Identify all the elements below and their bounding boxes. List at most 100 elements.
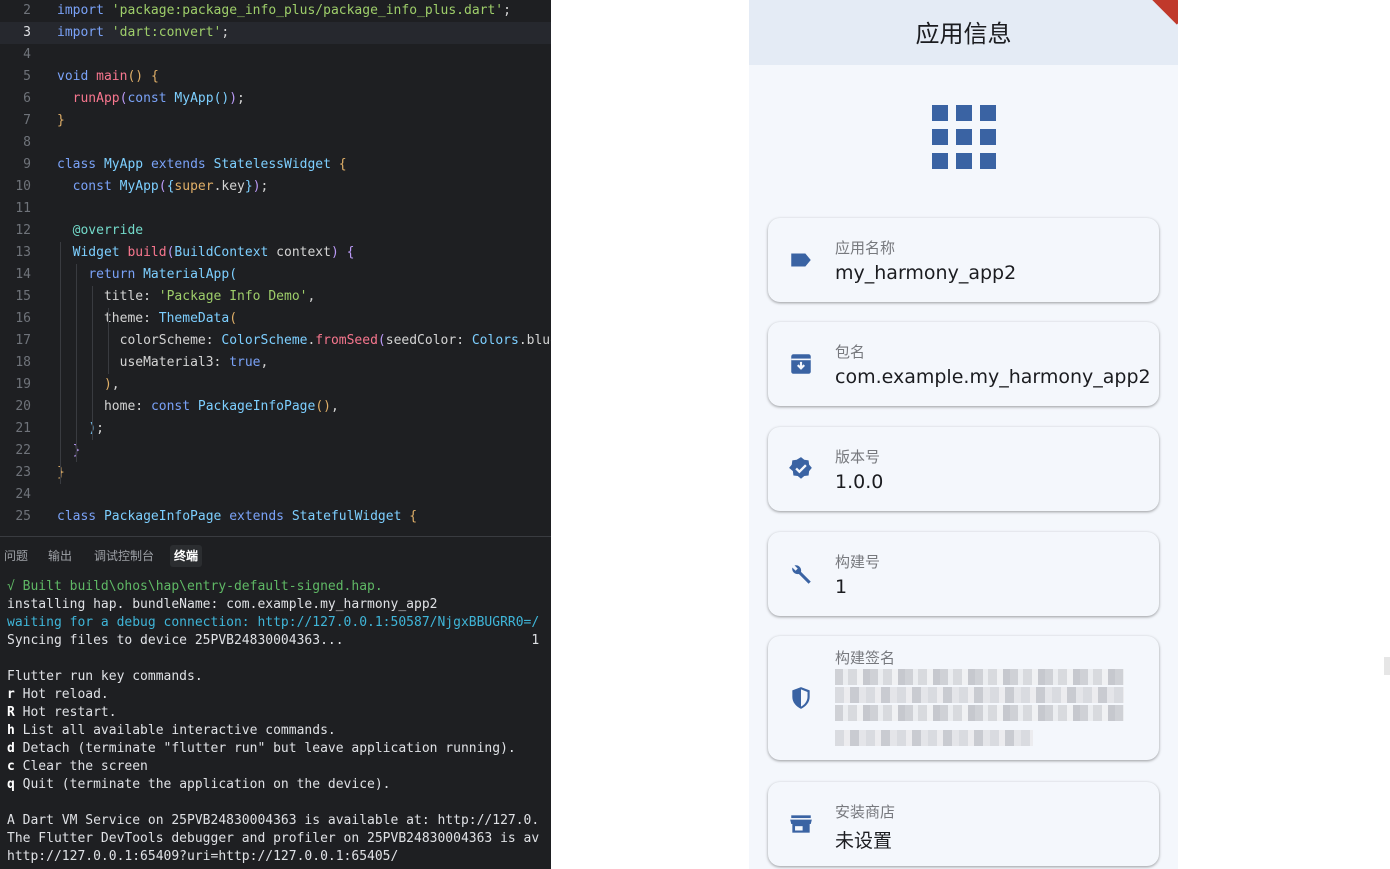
code-line[interactable]: 24 xyxy=(0,484,551,506)
terminal-text: The Flutter DevTools debugger and profil… xyxy=(7,831,540,846)
indent-guide xyxy=(76,264,77,462)
code-text: theme: ThemeData( xyxy=(103,311,238,326)
code-text: useMaterial3: true, xyxy=(119,355,269,370)
code-line[interactable]: 13 Widget build(BuildContext context) { xyxy=(0,242,551,264)
terminal-line: d Detach (terminate "flutter run" but le… xyxy=(7,740,516,758)
indent-guide xyxy=(60,242,61,484)
terminal-text: http://127.0.0.1:65409?uri=http://127.0.… xyxy=(7,849,399,864)
code-text: void main() { xyxy=(57,69,159,84)
info-card-build-number[interactable]: 构建号 1 xyxy=(768,532,1159,616)
code-text: } xyxy=(57,113,65,128)
app-bar: 应用信息 xyxy=(749,0,1178,65)
code-line[interactable]: 2 import 'package:package_info_plus/packa… xyxy=(0,0,551,22)
code-line[interactable]: 4 xyxy=(0,44,551,66)
terminal-line: R Hot restart. xyxy=(7,704,117,722)
info-card-package-name[interactable]: 包名 com.example.my_harmony_app2 xyxy=(768,322,1159,406)
terminal-key: q xyxy=(7,777,15,792)
code-line[interactable]: 6 runApp(const MyApp()); xyxy=(0,88,551,110)
card-value: 未设置 xyxy=(835,830,893,852)
code-line[interactable]: 18 useMaterial3: true, xyxy=(0,352,551,374)
card-label: 构建号 xyxy=(835,553,881,571)
code-line[interactable]: 15 title: 'Package Info Demo', xyxy=(0,286,551,308)
line-number: 3 xyxy=(23,25,31,40)
code-line[interactable]: 7} xyxy=(0,110,551,132)
line-number: 4 xyxy=(23,47,31,62)
terminal-output[interactable]: √ Built build\ohos\hap\entry-default-sig… xyxy=(0,568,551,869)
code-line[interactable]: 22 } xyxy=(0,440,551,462)
code-text: import 'dart:convert'; xyxy=(57,25,230,40)
build-icon xyxy=(792,565,811,584)
terminal-line: q Quit (terminate the application on the… xyxy=(7,776,391,794)
code-line[interactable]: 9 class MyApp extends StatelessWidget { xyxy=(0,154,551,176)
code-line[interactable]: 20 home: const PackageInfoPage(), xyxy=(0,396,551,418)
tab-output[interactable]: 输出 xyxy=(44,545,76,567)
code-text: ), xyxy=(103,377,120,392)
line-number: 18 xyxy=(15,355,31,370)
card-label: 版本号 xyxy=(835,448,881,466)
code-line[interactable]: 23} xyxy=(0,462,551,484)
card-value: my_harmony_app2 xyxy=(835,262,1017,284)
code-editor[interactable]: 2 import 'package:package_info_plus/packa… xyxy=(0,0,551,536)
code-text: ); xyxy=(88,421,104,436)
terminal-text: List all available interactive commands. xyxy=(14,723,336,738)
signature-redacted xyxy=(835,687,1124,703)
info-card-build-signature[interactable]: 构建签名 xyxy=(768,636,1159,760)
card-label: 应用名称 xyxy=(835,239,896,257)
info-card-installer-store[interactable]: 安装商店 未设置 xyxy=(768,782,1159,866)
code-line[interactable]: 21 ); xyxy=(0,418,551,440)
tab-debug-console[interactable]: 调试控制台 xyxy=(90,545,158,567)
terminal-text: Clear the screen xyxy=(14,759,148,774)
indent-guide xyxy=(92,286,93,440)
code-line[interactable]: 14 return MaterialApp( xyxy=(0,264,551,286)
line-number: 25 xyxy=(15,509,31,524)
code-text: @override xyxy=(72,223,144,238)
scroll-handle[interactable] xyxy=(1384,657,1390,675)
code-line[interactable]: 8 xyxy=(0,132,551,154)
code-line[interactable]: 19 ), xyxy=(0,374,551,396)
line-number: 17 xyxy=(15,333,31,348)
terminal-line: Syncing files to device 25PVB24830004363… xyxy=(7,632,539,650)
code-line[interactable]: 17 colorScheme: ColorScheme.fromSeed(see… xyxy=(0,330,551,352)
security-icon xyxy=(792,687,810,709)
terminal-line: installing hap. bundleName: com.example.… xyxy=(7,596,437,614)
code-text: class PackageInfoPage extends StatefulWi… xyxy=(57,509,418,524)
terminal-line: c Clear the screen xyxy=(7,758,148,776)
page-title: 应用信息 xyxy=(915,20,1012,48)
signature-redacted xyxy=(835,705,1124,721)
code-line[interactable]: 3 import 'dart:convert'; xyxy=(0,22,551,44)
code-line[interactable]: 12 @override xyxy=(0,220,551,242)
signature-redacted xyxy=(835,730,1033,746)
line-number: 10 xyxy=(15,179,31,194)
code-line[interactable]: 16 theme: ThemeData( xyxy=(0,308,551,330)
store-icon xyxy=(790,815,812,833)
code-line[interactable]: 10 const MyApp({super.key}); xyxy=(0,176,551,198)
line-number: 13 xyxy=(15,245,31,260)
line-number: 16 xyxy=(15,311,31,326)
terminal-key: c xyxy=(7,759,15,774)
indent-guide xyxy=(108,308,109,374)
archive-icon xyxy=(791,354,811,374)
line-number: 15 xyxy=(15,289,31,304)
line-number: 21 xyxy=(15,421,31,436)
tab-terminal[interactable]: 终端 xyxy=(170,545,203,567)
code-text: import 'package:package_info_plus/packag… xyxy=(57,3,511,18)
info-card-version[interactable]: 版本号 1.0.0 xyxy=(768,427,1159,511)
tab-problems[interactable]: 问题 xyxy=(0,545,32,567)
verified-icon xyxy=(789,457,812,479)
card-value: 1.0.0 xyxy=(835,471,884,493)
line-number: 12 xyxy=(15,223,31,238)
terminal-line: h List all available interactive command… xyxy=(7,722,336,740)
code-line[interactable]: 5 void main() { xyxy=(0,66,551,88)
terminal-line: √ Built build\ohos\hap\entry-default-sig… xyxy=(7,578,383,596)
info-card-app-name[interactable]: 应用名称 my_harmony_app2 xyxy=(768,218,1159,302)
code-line[interactable]: 25 class PackageInfoPage extends Stateful… xyxy=(0,506,551,528)
line-number: 2 xyxy=(23,3,31,18)
terminal-text: Hot reload. xyxy=(14,687,109,702)
line-number: 23 xyxy=(15,465,31,480)
terminal-line: Flutter run key commands. xyxy=(7,668,203,686)
terminal-line: The Flutter DevTools debugger and profil… xyxy=(7,830,539,848)
terminal-text: Hot restart. xyxy=(14,705,117,720)
card-label: 包名 xyxy=(835,343,866,361)
line-number: 9 xyxy=(23,157,31,172)
code-line[interactable]: 11 xyxy=(0,198,551,220)
